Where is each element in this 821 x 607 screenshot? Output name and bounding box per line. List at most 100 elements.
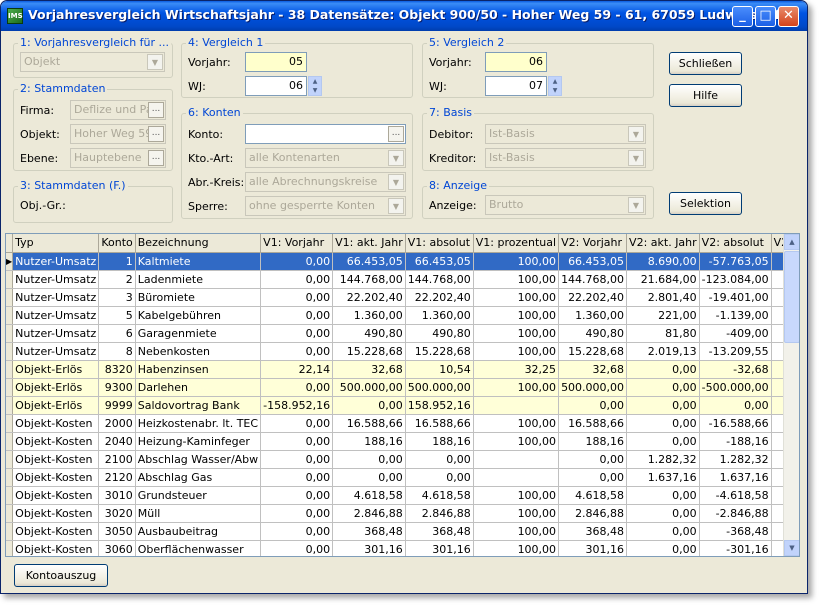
table-cell[interactable]: 2.801,40 [626, 288, 700, 307]
table-cell[interactable]: 0,00 [626, 486, 700, 505]
table-cell[interactable]: -57.763,05 [699, 252, 772, 271]
table-cell[interactable]: Habenzinsen [135, 360, 262, 379]
table-cell[interactable]: -368,48 [699, 522, 772, 541]
table-cell[interactable]: -19.401,00 [699, 288, 772, 307]
konto-input[interactable]: ... [245, 124, 406, 144]
table-cell[interactable]: Heizkostenabr. lt. TEC [135, 414, 262, 433]
sperre-combo[interactable]: ohne gesperrte Konten ▼ [245, 196, 406, 216]
table-cell[interactable]: 4.618,58 [332, 486, 406, 505]
column-header[interactable]: V1: prozentual [473, 234, 560, 253]
table-row[interactable]: Objekt-Erlös 8320 Habenzinsen 22,14 32,68 10,… [6, 360, 799, 379]
row-indicator[interactable] [6, 396, 14, 415]
table-cell[interactable]: 158.952,16 [405, 396, 474, 415]
table-cell[interactable]: 144.768,00 [558, 270, 628, 289]
arrow-up-icon[interactable]: ▲ [309, 77, 321, 86]
column-header[interactable]: V1: Vorjahr [260, 234, 334, 253]
column-header[interactable]: Typ [12, 234, 100, 253]
table-cell[interactable]: 16.588,66 [405, 414, 474, 433]
table-cell[interactable]: 0,00 [260, 468, 334, 487]
table-cell[interactable]: Objekt-Kosten [12, 522, 100, 541]
table-cell[interactable]: Saldovortrag Bank [135, 396, 262, 415]
table-row[interactable]: Nutzer-Umsatz 8 Nebenkosten 0,00 15.228,68 15… [6, 342, 799, 361]
table-cell[interactable]: 0,00 [626, 414, 700, 433]
selektion-button[interactable]: Selektion [669, 192, 742, 215]
table-cell[interactable]: 0,00 [260, 486, 334, 505]
arrow-up-icon[interactable]: ▲ [549, 77, 561, 86]
v2-wj-spinner[interactable]: ▲ ▼ [548, 76, 562, 96]
table-cell[interactable]: 5 [98, 306, 136, 325]
row-indicator[interactable] [6, 270, 14, 289]
table-cell[interactable]: 0,00 [332, 450, 406, 469]
table-cell[interactable]: 2040 [98, 432, 136, 451]
chevron-down-icon[interactable]: ▼ [628, 150, 644, 166]
row-indicator[interactable] [6, 486, 14, 505]
row-indicator[interactable] [6, 360, 14, 379]
table-cell[interactable]: 3020 [98, 504, 136, 523]
table-cell[interactable]: 0,00 [260, 378, 334, 397]
minimize-button[interactable]: _ [732, 6, 753, 27]
table-cell[interactable]: 0,00 [626, 522, 700, 541]
column-header[interactable]: V2: absolut [699, 234, 772, 253]
table-row[interactable]: Objekt-Kosten 3050 Ausbaubeitrag 0,00 368,48… [6, 522, 799, 541]
chevron-down-icon[interactable]: ▼ [388, 198, 404, 214]
table-cell[interactable]: 0,00 [260, 342, 334, 361]
arrow-down-icon[interactable]: ▼ [784, 540, 799, 556]
table-cell[interactable]: Ausbaubeitrag [135, 522, 262, 541]
table-row[interactable]: Nutzer-Umsatz 3 Büromiete 0,00 22.202,40 22.2… [6, 288, 799, 307]
row-indicator[interactable] [6, 468, 14, 487]
row-indicator[interactable] [6, 540, 14, 556]
firma-field[interactable]: Deflize und Par ... [70, 100, 166, 120]
table-cell[interactable]: 1.360,00 [405, 306, 474, 325]
table-cell[interactable]: 0,00 [626, 396, 700, 415]
abrkreis-combo[interactable]: alle Abrechnungskreise ▼ [245, 172, 406, 192]
table-cell[interactable]: 15.228,68 [332, 342, 406, 361]
table-cell[interactable]: 15.228,68 [558, 342, 628, 361]
table-cell[interactable]: 0,00 [260, 252, 334, 271]
table-cell[interactable]: 188,16 [405, 432, 474, 451]
table-cell[interactable]: 66.453,05 [558, 252, 628, 271]
table-cell[interactable]: 0,00 [558, 450, 628, 469]
table-cell[interactable]: -4.618,58 [699, 486, 772, 505]
table-cell[interactable]: 0,00 [260, 324, 334, 343]
table-cell[interactable]: Ladenmiete [135, 270, 262, 289]
table-row[interactable]: Objekt-Kosten 2100 Abschlag Wasser/Abw 0,00… [6, 450, 799, 469]
table-cell[interactable]: Nebenkosten [135, 342, 262, 361]
table-cell[interactable]: 1.637,16 [626, 468, 700, 487]
table-cell[interactable]: Nutzer-Umsatz [12, 252, 100, 271]
table-cell[interactable]: 3 [98, 288, 136, 307]
table-cell[interactable]: 100,00 [473, 504, 560, 523]
table-cell[interactable]: Abschlag Gas [135, 468, 262, 487]
table-cell[interactable]: 22.202,40 [405, 288, 474, 307]
table-cell[interactable]: 2.019,13 [626, 342, 700, 361]
table-cell[interactable]: Objekt-Kosten [12, 540, 100, 556]
table-cell[interactable]: 0,00 [260, 270, 334, 289]
table-cell[interactable]: 4.618,58 [405, 486, 474, 505]
table-cell[interactable]: 32,25 [473, 360, 560, 379]
table-cell[interactable]: 1.360,00 [332, 306, 406, 325]
table-cell[interactable]: 3050 [98, 522, 136, 541]
title-bar[interactable]: IMS Vorjahresvergleich Wirtschaftsjahr -… [1, 1, 807, 31]
table-row[interactable]: Nutzer-Umsatz 6 Garagenmiete 0,00 490,80 490,… [6, 324, 799, 343]
table-cell[interactable]: 100,00 [473, 432, 560, 451]
table-cell[interactable]: 0,00 [626, 360, 700, 379]
table-cell[interactable]: Objekt-Erlös [12, 396, 100, 415]
table-cell[interactable]: -301,16 [699, 540, 772, 556]
table-cell[interactable]: 2.846,88 [405, 504, 474, 523]
table-cell[interactable]: 1 [98, 252, 136, 271]
table-cell[interactable]: 4.618,58 [558, 486, 628, 505]
row-indicator[interactable] [6, 288, 14, 307]
table-cell[interactable]: 0,00 [260, 450, 334, 469]
table-cell[interactable]: Objekt-Kosten [12, 432, 100, 451]
table-cell[interactable]: 0,00 [626, 504, 700, 523]
table-cell[interactable]: Objekt-Kosten [12, 468, 100, 487]
table-cell[interactable]: 32,68 [558, 360, 628, 379]
table-cell[interactable]: 2.846,88 [332, 504, 406, 523]
table-cell[interactable]: 100,00 [473, 324, 560, 343]
maximize-button[interactable]: □ [755, 6, 776, 27]
table-cell[interactable]: 0,00 [405, 468, 474, 487]
table-cell[interactable]: -158.952,16 [260, 396, 334, 415]
table-cell[interactable]: 100,00 [473, 270, 560, 289]
table-cell[interactable]: Kabelgebühren [135, 306, 262, 325]
vertical-scrollbar[interactable]: ▲ ▼ [783, 234, 799, 556]
arrow-down-icon[interactable]: ▼ [549, 86, 561, 95]
